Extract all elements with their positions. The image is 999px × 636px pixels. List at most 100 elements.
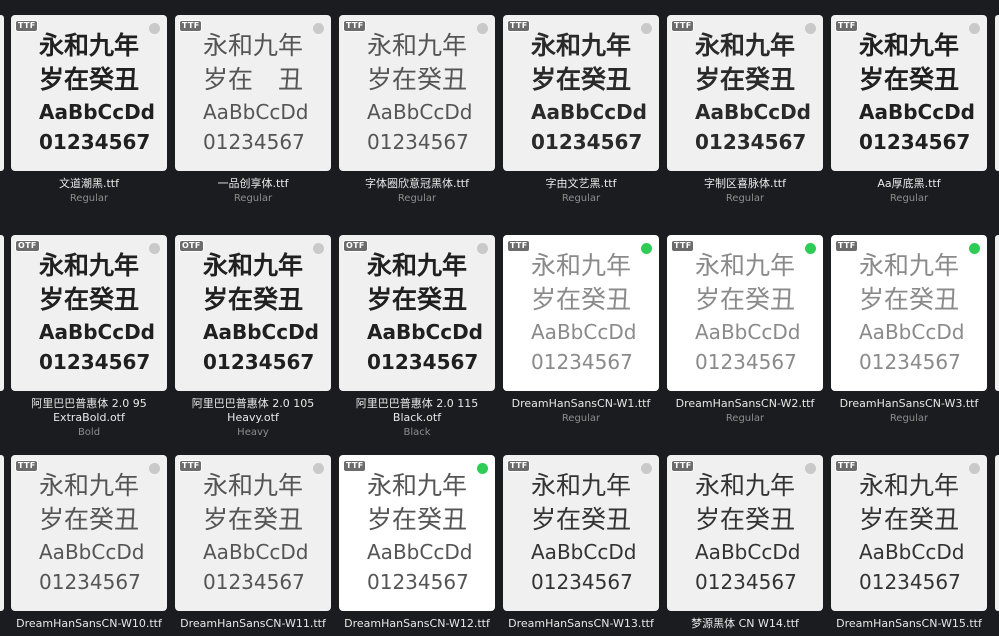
sample-line1: 永和九年: [203, 31, 304, 60]
sample-line4: 01234567: [695, 570, 797, 594]
font-sample-text: 永和九年 岁在癸丑 AaBbCcDd 01234567: [859, 249, 985, 377]
sample-line3: AaBbCcDd: [39, 540, 145, 564]
font-format-badge: OTF: [179, 240, 204, 252]
sample-line2: 岁在癸丑: [39, 65, 140, 94]
font-preview-card[interactable]: TTF 永和九年 岁在癸丑 AaBbCcDd 01234567: [503, 455, 659, 611]
font-style-label: Regular: [233, 193, 273, 204]
font-file-name-line2: ExtraBold.otf: [53, 411, 125, 424]
font-preview-card[interactable]: TTF 永和九年 岁在癸丑 AaBbCcDd 01234567: [503, 15, 659, 171]
font-file-name-line1: 阿里巴巴普惠体 2.0 115: [355, 397, 479, 410]
font-sample-text: 永和九年 岁在癸丑 AaBbCcDd 01234567: [367, 29, 493, 157]
font-file-name: 梦源黑体 CN W14.ttf: [691, 617, 799, 630]
sample-line3: AaBbCcDd: [859, 540, 965, 564]
sample-line3: AaBbCcDd: [531, 540, 637, 564]
sample-line4: 01234567: [859, 130, 971, 154]
font-style-label: Regular: [561, 413, 601, 424]
font-sample-text: 永和九年 岁在癸丑 AaBbCcDd 01234567: [695, 29, 821, 157]
font-preview-card[interactable]: TTF 永和九年 岁在癸丑 AaBbCcDd 01234567: [667, 235, 823, 391]
font-preview-card[interactable]: TTF 永和九年 岁在癸丑 AaBbCcDd 01234567: [831, 455, 987, 611]
sample-line2: 岁在癸丑: [695, 285, 796, 314]
sample-line1: 永和九年: [859, 251, 960, 280]
font-preview-card[interactable]: TTF 永和九年 岁在癸丑 AaBbCcDd 01234567: [831, 15, 987, 171]
font-sample-text: 永和九年 岁在癸丑 AaBbCcDd 01234567: [39, 249, 165, 377]
font-file-name: Aa厚底黑.ttf: [877, 177, 941, 190]
sample-line4: 01234567: [203, 130, 305, 154]
sample-line4: 01234567: [39, 130, 151, 154]
sample-line3: AaBbCcDd: [859, 100, 975, 124]
partial-card-column-right: [995, 0, 999, 636]
font-style-label: Regular: [561, 193, 601, 204]
font-file-name: DreamHanSansCN-W11.ttf: [180, 617, 326, 630]
sample-line1: 永和九年: [695, 31, 796, 60]
font-format-badge: TTF: [835, 240, 859, 252]
font-preview-card[interactable]: OTF 永和九年 岁在癸丑 AaBbCcDd 01234567: [11, 235, 167, 391]
font-file-name: 字体圈欣意冠黑体.ttf: [365, 177, 469, 190]
font-sample-text: 永和九年 岁在癸丑 AaBbCcDd 01234567: [203, 249, 329, 377]
font-style-label: Black: [403, 427, 431, 438]
font-preview-card[interactable]: TTF 永和九年 岁在癸丑 AaBbCcDd 01234567: [11, 15, 167, 171]
font-file-name: DreamHanSansCN-W1.ttf: [511, 397, 651, 410]
font-preview-card[interactable]: TTF 永和九年 岁在癸丑 AaBbCcDd 01234567: [175, 455, 331, 611]
font-file-name: 文道潮黑.ttf: [59, 177, 119, 190]
sample-line1: 永和九年: [39, 471, 140, 500]
sample-line4: 01234567: [203, 350, 315, 374]
font-preview-card[interactable]: TTF 永和九年 岁在癸丑 AaBbCcDd 01234567: [339, 455, 495, 611]
font-format-badge: TTF: [671, 460, 695, 472]
font-file-name: DreamHanSansCN-W10.ttf: [16, 617, 162, 630]
sample-line4: 01234567: [367, 130, 469, 154]
font-file-name: 字制区喜脉体.ttf: [704, 177, 786, 190]
font-file-name: DreamHanSansCN-W12.ttf: [344, 617, 490, 630]
font-sample-text: 永和九年 岁在癸丑 AaBbCcDd 01234567: [367, 249, 493, 377]
font-sample-text: 永和九年 岁在癸丑 AaBbCcDd 01234567: [367, 469, 493, 597]
sample-line4: 01234567: [531, 130, 643, 154]
font-preview-card[interactable]: TTF 永和九年 岁在癸丑 AaBbCcDd 01234567: [503, 235, 659, 391]
sample-line2: 岁在癸丑: [531, 65, 632, 94]
sample-line2: 岁在癸丑: [367, 285, 468, 314]
font-grid: TTF 永和九年 岁在癸丑 AaBbCcDd 01234567 文道潮黑.ttf Regul…: [0, 0, 999, 636]
font-style-label: Regular: [725, 413, 765, 424]
sample-line1: 永和九年: [367, 471, 468, 500]
sample-line2: 岁在癸丑: [859, 505, 960, 534]
font-preview-card[interactable]: OTF 永和九年 岁在癸丑 AaBbCcDd 01234567: [175, 235, 331, 391]
sample-line3: AaBbCcDd: [531, 320, 637, 344]
font-file-name: DreamHanSansCN-W3.ttf: [839, 397, 979, 410]
font-file-name: 阿里巴巴普惠体 2.0 115 Black.otf: [333, 397, 501, 425]
sample-line3: AaBbCcDd: [39, 100, 155, 124]
font-file-name-line2: Black.otf: [392, 411, 442, 424]
font-preview-card[interactable]: TTF 永和九年 岁在癸丑 AaBbCcDd 01234567: [339, 15, 495, 171]
font-style-label: Bold: [77, 427, 101, 438]
font-format-badge: TTF: [835, 20, 859, 32]
font-format-badge: TTF: [179, 20, 203, 32]
font-preview-card[interactable]: TTF 永和九年 岁在癸丑 AaBbCcDd 01234567: [667, 15, 823, 171]
sample-line1: 永和九年: [39, 31, 140, 60]
sample-line2: 岁在癸丑: [203, 505, 304, 534]
font-file-name-line2: Heavy.otf: [227, 411, 279, 424]
font-preview-card[interactable]: TTF 永和九年 岁在癸丑 AaBbCcDd 01234567: [831, 235, 987, 391]
sample-line1: 永和九年: [859, 471, 960, 500]
font-style-label: Regular: [889, 413, 929, 424]
font-preview-card[interactable]: TTF 永和九年 岁在癸丑 AaBbCcDd 01234567: [11, 455, 167, 611]
font-file-name: 阿里巴巴普惠体 2.0 105 Heavy.otf: [169, 397, 337, 425]
font-sample-text: 永和九年 岁在癸丑 AaBbCcDd 01234567: [39, 469, 165, 597]
font-format-badge: TTF: [343, 20, 367, 32]
sample-line2: 岁在癸丑: [367, 65, 468, 94]
font-preview-card[interactable]: TTF 永和九年 岁在 丑 AaBbCcDd 01234567: [175, 15, 331, 171]
sample-line2: 岁在癸丑: [39, 505, 140, 534]
sample-line4: 01234567: [859, 570, 961, 594]
sample-line4: 01234567: [39, 350, 151, 374]
font-file-name-line1: 阿里巴巴普惠体 2.0 105: [191, 397, 315, 410]
sample-line4: 01234567: [367, 570, 469, 594]
font-preview-card[interactable]: OTF 永和九年 岁在癸丑 AaBbCcDd 01234567: [339, 235, 495, 391]
font-format-badge: TTF: [15, 460, 39, 472]
sample-line3: AaBbCcDd: [531, 100, 647, 124]
sample-line3: AaBbCcDd: [203, 540, 309, 564]
font-sample-text: 永和九年岁在癸丑 AaBbCcDd 01234567: [39, 29, 165, 157]
sample-line1: 永和九年: [203, 471, 304, 500]
font-file-name: 字由文艺黑.ttf: [545, 177, 617, 190]
sample-line3: AaBbCcDd: [695, 540, 801, 564]
font-sample-text: 永和九年 岁在 丑 AaBbCcDd 01234567: [203, 29, 329, 157]
font-format-badge: TTF: [671, 20, 695, 32]
font-file-name: DreamHanSansCN-W15.ttf: [836, 617, 982, 630]
font-preview-card[interactable]: TTF 永和九年 岁在癸丑 AaBbCcDd 01234567: [667, 455, 823, 611]
sample-line2: 岁在癸丑: [531, 285, 632, 314]
